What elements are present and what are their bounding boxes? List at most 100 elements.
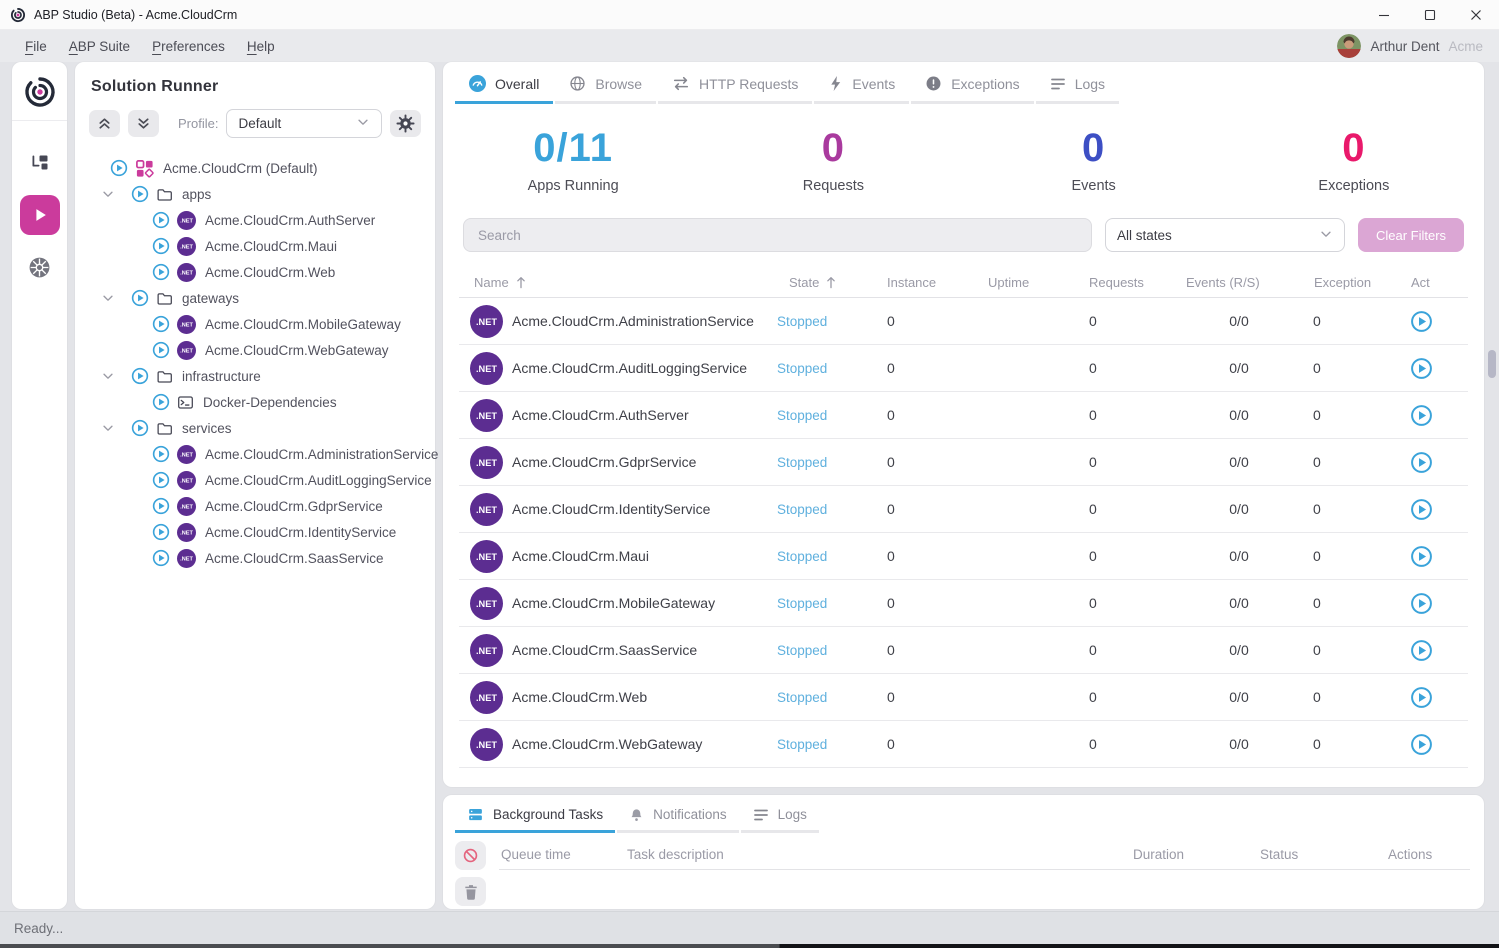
start-app-button[interactable] bbox=[1410, 733, 1433, 756]
app-row-acme-cloudcrm-auditloggingservice[interactable]: .NETAcme.CloudCrm.AuditLoggingServiceSto… bbox=[459, 345, 1468, 392]
tree-item-label: Acme.CloudCrm.AuthServer bbox=[205, 213, 375, 228]
close-button[interactable] bbox=[1453, 0, 1499, 29]
tab-logs[interactable]: Logs bbox=[1036, 62, 1119, 104]
scrollbar-thumb[interactable] bbox=[1488, 350, 1496, 378]
menu-abp-suite[interactable]: ABP Suite bbox=[58, 39, 141, 54]
col-name[interactable]: Name bbox=[459, 275, 765, 290]
play-circle-icon[interactable] bbox=[131, 289, 149, 307]
play-circle-icon[interactable] bbox=[152, 237, 170, 255]
chevron-down-icon[interactable] bbox=[101, 291, 115, 305]
play-circle-icon[interactable] bbox=[131, 367, 149, 385]
clear-tasks-button[interactable] bbox=[455, 877, 486, 906]
play-circle-icon[interactable] bbox=[152, 523, 170, 541]
tree-item-acme-cloudcrm-mobilegateway[interactable]: .NETAcme.CloudCrm.MobileGateway bbox=[75, 311, 435, 337]
tab-http-requests[interactable]: HTTP Requests bbox=[658, 62, 812, 104]
runner-settings-button[interactable] bbox=[390, 110, 421, 137]
menu-preferences[interactable]: Preferences bbox=[141, 39, 236, 54]
play-circle-icon[interactable] bbox=[152, 315, 170, 333]
tree-item-acme-cloudcrm-web[interactable]: .NETAcme.CloudCrm.Web bbox=[75, 259, 435, 285]
tab-notifications[interactable]: Notifications bbox=[617, 795, 739, 833]
tree-item-docker-dependencies[interactable]: Docker-Dependencies bbox=[75, 389, 435, 415]
cell-requests: 0 bbox=[1073, 548, 1169, 564]
tree-item-acme-cloudcrm-auditloggingservice[interactable]: .NETAcme.CloudCrm.AuditLoggingService bbox=[75, 467, 435, 493]
app-row-acme-cloudcrm-identityservice[interactable]: .NETAcme.CloudCrm.IdentityServiceStopped… bbox=[459, 486, 1468, 533]
solution-runner-icon[interactable] bbox=[20, 195, 60, 235]
start-app-button[interactable] bbox=[1410, 451, 1433, 474]
tree-item-gateways[interactable]: gateways bbox=[75, 285, 435, 311]
col-act[interactable]: Act bbox=[1407, 275, 1468, 290]
clear-filters-button[interactable]: Clear Filters bbox=[1358, 218, 1464, 252]
play-circle-icon[interactable] bbox=[131, 185, 149, 203]
minimize-button[interactable] bbox=[1361, 0, 1407, 29]
tab-logs[interactable]: Logs bbox=[741, 795, 819, 833]
menu-help[interactable]: Help bbox=[236, 39, 286, 54]
start-app-button[interactable] bbox=[1410, 404, 1433, 427]
kubernetes-icon[interactable] bbox=[20, 247, 60, 287]
app-row-acme-cloudcrm-gdprservice[interactable]: .NETAcme.CloudCrm.GdprServiceStopped000/… bbox=[459, 439, 1468, 486]
chevron-down-icon[interactable] bbox=[101, 421, 115, 435]
app-row-acme-cloudcrm-maui[interactable]: .NETAcme.CloudCrm.MauiStopped000/00 bbox=[459, 533, 1468, 580]
collapse-all-button[interactable] bbox=[89, 110, 120, 137]
start-app-button[interactable] bbox=[1410, 310, 1433, 333]
tree-item-infrastructure[interactable]: infrastructure bbox=[75, 363, 435, 389]
start-app-button[interactable] bbox=[1410, 357, 1433, 380]
tab-events[interactable]: Events bbox=[814, 62, 909, 104]
search-input[interactable] bbox=[463, 218, 1092, 252]
app-row-acme-cloudcrm-mobilegateway[interactable]: .NETAcme.CloudCrm.MobileGatewayStopped00… bbox=[459, 580, 1468, 627]
app-row-acme-cloudcrm-saasservice[interactable]: .NETAcme.CloudCrm.SaasServiceStopped000/… bbox=[459, 627, 1468, 674]
play-circle-icon[interactable] bbox=[152, 211, 170, 229]
tree-item-acme-cloudcrm-identityservice[interactable]: .NETAcme.CloudCrm.IdentityService bbox=[75, 519, 435, 545]
col-queue-time: Queue time bbox=[501, 847, 627, 862]
maximize-button[interactable] bbox=[1407, 0, 1453, 29]
state-filter-select[interactable]: All states bbox=[1105, 218, 1345, 252]
start-app-button[interactable] bbox=[1410, 686, 1433, 709]
profile-select[interactable]: Default bbox=[226, 109, 382, 138]
avatar[interactable] bbox=[1337, 34, 1361, 58]
tree-item-acme-cloudcrm-default[interactable]: Acme.CloudCrm (Default) bbox=[75, 155, 435, 181]
tree-item-acme-cloudcrm-saasservice[interactable]: .NETAcme.CloudCrm.SaasService bbox=[75, 545, 435, 571]
tree-item-services[interactable]: services bbox=[75, 415, 435, 441]
tree-item-acme-cloudcrm-maui[interactable]: .NETAcme.CloudCrm.Maui bbox=[75, 233, 435, 259]
svg-text:.NET: .NET bbox=[476, 645, 497, 655]
tree-item-apps[interactable]: apps bbox=[75, 181, 435, 207]
expand-all-button[interactable] bbox=[128, 110, 159, 137]
app-row-acme-cloudcrm-authserver[interactable]: .NETAcme.CloudCrm.AuthServerStopped000/0… bbox=[459, 392, 1468, 439]
chevron-down-icon[interactable] bbox=[101, 369, 115, 383]
tree-item-acme-cloudcrm-webgateway[interactable]: .NETAcme.CloudCrm.WebGateway bbox=[75, 337, 435, 363]
cancel-tasks-button[interactable] bbox=[455, 841, 486, 870]
col-requests[interactable]: Requests bbox=[1073, 275, 1169, 290]
start-app-button[interactable] bbox=[1410, 639, 1433, 662]
tree-item-acme-cloudcrm-authserver[interactable]: .NETAcme.CloudCrm.AuthServer bbox=[75, 207, 435, 233]
start-app-button[interactable] bbox=[1410, 498, 1433, 521]
chevron-down-icon[interactable] bbox=[101, 187, 115, 201]
col-uptime[interactable]: Uptime bbox=[973, 275, 1073, 290]
play-circle-icon[interactable] bbox=[152, 471, 170, 489]
tab-exceptions[interactable]: Exceptions bbox=[911, 62, 1033, 104]
tab-background-tasks[interactable]: Background Tasks bbox=[455, 795, 615, 833]
col-events-r-s[interactable]: Events (R/S) bbox=[1169, 275, 1309, 290]
tab-overall[interactable]: Overall bbox=[455, 62, 553, 104]
start-app-button[interactable] bbox=[1410, 545, 1433, 568]
play-circle-icon[interactable] bbox=[152, 497, 170, 515]
play-circle-icon[interactable] bbox=[152, 263, 170, 281]
play-circle-icon[interactable] bbox=[152, 445, 170, 463]
col-instance[interactable]: Instance bbox=[873, 275, 973, 290]
col-state[interactable]: State bbox=[765, 275, 873, 290]
dotnet-icon: .NET bbox=[177, 315, 196, 334]
svg-text:.NET: .NET bbox=[476, 504, 497, 514]
app-row-acme-cloudcrm-administrationservice[interactable]: .NETAcme.CloudCrm.AdministrationServiceS… bbox=[459, 298, 1468, 345]
tab-browse[interactable]: Browse bbox=[555, 62, 656, 104]
play-circle-icon[interactable] bbox=[131, 419, 149, 437]
solution-explorer-icon[interactable] bbox=[20, 143, 60, 183]
app-row-acme-cloudcrm-web[interactable]: .NETAcme.CloudCrm.WebStopped000/00 bbox=[459, 674, 1468, 721]
tree-item-acme-cloudcrm-administrationservice[interactable]: .NETAcme.CloudCrm.AdministrationService bbox=[75, 441, 435, 467]
play-circle-icon[interactable] bbox=[152, 549, 170, 567]
play-circle-icon[interactable] bbox=[152, 393, 170, 411]
play-circle-icon[interactable] bbox=[110, 159, 128, 177]
start-app-button[interactable] bbox=[1410, 592, 1433, 615]
tree-item-acme-cloudcrm-gdprservice[interactable]: .NETAcme.CloudCrm.GdprService bbox=[75, 493, 435, 519]
menu-file[interactable]: File bbox=[14, 39, 58, 54]
col-exception[interactable]: Exception bbox=[1309, 275, 1407, 290]
play-circle-icon[interactable] bbox=[152, 341, 170, 359]
app-row-acme-cloudcrm-webgateway[interactable]: .NETAcme.CloudCrm.WebGatewayStopped000/0… bbox=[459, 721, 1468, 768]
